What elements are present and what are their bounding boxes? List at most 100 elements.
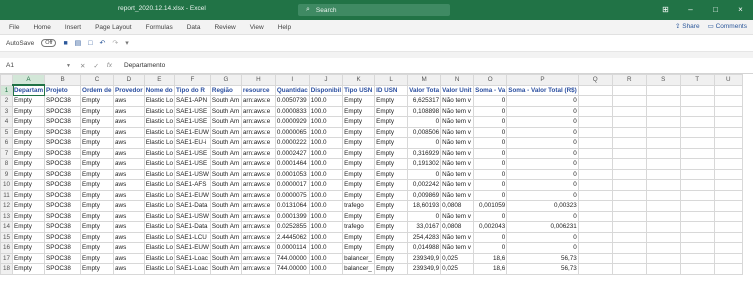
cell[interactable]: Empty [342, 137, 376, 149]
column-header[interactable]: O [473, 74, 508, 86]
cell[interactable]: Empty [374, 200, 409, 212]
cell[interactable]: Empty [11, 179, 46, 191]
cell[interactable]: South Am [209, 221, 242, 233]
cell[interactable]: Soma - Valor Total (R$) [506, 84, 579, 96]
cell[interactable] [611, 221, 647, 233]
cell[interactable]: trafego [342, 200, 376, 212]
cell[interactable]: Empty [11, 126, 46, 138]
cell[interactable]: aws [113, 168, 145, 180]
cell[interactable]: Empty [11, 116, 46, 128]
cell[interactable]: SAE1-USW [174, 210, 211, 222]
cell[interactable]: 0 [506, 158, 579, 170]
cell[interactable]: Empty [11, 168, 46, 180]
cell[interactable]: 0.0001053 [274, 168, 310, 180]
column-header[interactable]: I [274, 74, 310, 86]
cell[interactable]: SAE1-USE [174, 116, 211, 128]
cell[interactable]: South Am [209, 189, 242, 201]
cell[interactable] [679, 231, 715, 243]
column-header[interactable]: K [342, 74, 376, 86]
cell[interactable]: 18,60193 [407, 200, 442, 212]
cell[interactable]: 18,6 [473, 263, 508, 275]
cell[interactable]: arn:aws:e [240, 137, 276, 149]
cell[interactable]: Empty [342, 95, 376, 107]
cell[interactable]: 100.0 [308, 137, 344, 149]
cell[interactable]: Empty [11, 210, 46, 222]
cell[interactable]: 0 [506, 137, 579, 149]
cell[interactable]: SPOC38 [44, 126, 82, 138]
cell[interactable]: South Am [209, 263, 242, 275]
cell[interactable]: Empty [374, 210, 409, 222]
cell[interactable]: 0 [506, 95, 579, 107]
cell[interactable]: 744.00000 [274, 263, 310, 275]
cell[interactable]: Empty [80, 179, 115, 191]
cell[interactable] [679, 221, 715, 233]
cell[interactable] [645, 221, 681, 233]
row-header[interactable]: 13 [0, 210, 13, 222]
cell[interactable]: 0 [473, 231, 508, 243]
cell[interactable]: South Am [209, 168, 242, 180]
cell[interactable] [611, 147, 647, 159]
cell[interactable]: SAE1-Data [174, 200, 211, 212]
cell[interactable]: 0 [407, 168, 442, 180]
cell[interactable] [679, 95, 715, 107]
cell[interactable]: SAE1-EUW [174, 189, 211, 201]
row-header[interactable]: 11 [0, 189, 13, 201]
cell[interactable] [577, 252, 613, 264]
row-header[interactable]: 15 [0, 231, 13, 243]
cell[interactable] [713, 221, 743, 233]
cell[interactable]: 0 [473, 95, 508, 107]
cell[interactable]: South Am [209, 116, 242, 128]
row-header[interactable]: 6 [0, 137, 13, 149]
formula-input[interactable]: Departamento [124, 62, 165, 69]
cell[interactable]: ID USN [374, 84, 409, 96]
cell[interactable]: Empty [80, 95, 115, 107]
cell[interactable] [679, 126, 715, 138]
cell[interactable] [577, 158, 613, 170]
cell[interactable] [611, 231, 647, 243]
cell[interactable]: Não tem v [440, 242, 475, 254]
cell[interactable]: 100.0 [308, 231, 344, 243]
row-header[interactable]: 5 [0, 126, 13, 138]
cell[interactable]: Empty [80, 231, 115, 243]
cell[interactable] [679, 137, 715, 149]
cell[interactable] [713, 84, 743, 96]
cell[interactable] [713, 116, 743, 128]
cell[interactable]: Empty [11, 158, 46, 170]
maximize-button[interactable]: □ [703, 0, 728, 20]
cell[interactable]: Soma - Va [473, 84, 508, 96]
cell[interactable]: South Am [209, 200, 242, 212]
cell[interactable]: Empty [80, 105, 115, 117]
cell[interactable]: 0,006231 [506, 221, 579, 233]
row-header[interactable]: 16 [0, 242, 13, 254]
cell[interactable]: South Am [209, 231, 242, 243]
column-header[interactable]: E [143, 74, 176, 86]
cancel-icon[interactable]: ✕ [80, 62, 85, 70]
cell[interactable]: Elastic Lo [143, 263, 176, 275]
cell[interactable]: Empty [374, 95, 409, 107]
cell[interactable]: aws [113, 231, 145, 243]
cell[interactable] [611, 126, 647, 138]
cell[interactable] [645, 231, 681, 243]
cell[interactable]: Não tem v [440, 168, 475, 180]
cell[interactable]: Empty [11, 189, 46, 201]
cell[interactable]: Quantidac [274, 84, 310, 96]
cell[interactable] [611, 210, 647, 222]
cell[interactable]: 0 [506, 168, 579, 180]
select-all-corner[interactable] [0, 74, 13, 86]
cell[interactable]: SAE1-Loac [174, 252, 211, 264]
cell[interactable]: 2.4445062 [274, 231, 310, 243]
close-button[interactable]: × [728, 0, 753, 20]
cell[interactable]: 0 [473, 126, 508, 138]
cell[interactable] [577, 263, 613, 275]
cell[interactable]: balancer_ [342, 252, 376, 264]
cell[interactable]: Empty [80, 221, 115, 233]
cell[interactable]: SPOC38 [44, 210, 82, 222]
cell[interactable]: SAE1-AFS [174, 179, 211, 191]
cell[interactable]: aws [113, 95, 145, 107]
cell[interactable]: 0 [506, 210, 579, 222]
cell[interactable]: arn:aws:e [240, 168, 276, 180]
cell[interactable]: 0 [473, 137, 508, 149]
cell[interactable]: South Am [209, 95, 242, 107]
cell[interactable] [679, 105, 715, 117]
column-header[interactable]: L [374, 74, 409, 86]
